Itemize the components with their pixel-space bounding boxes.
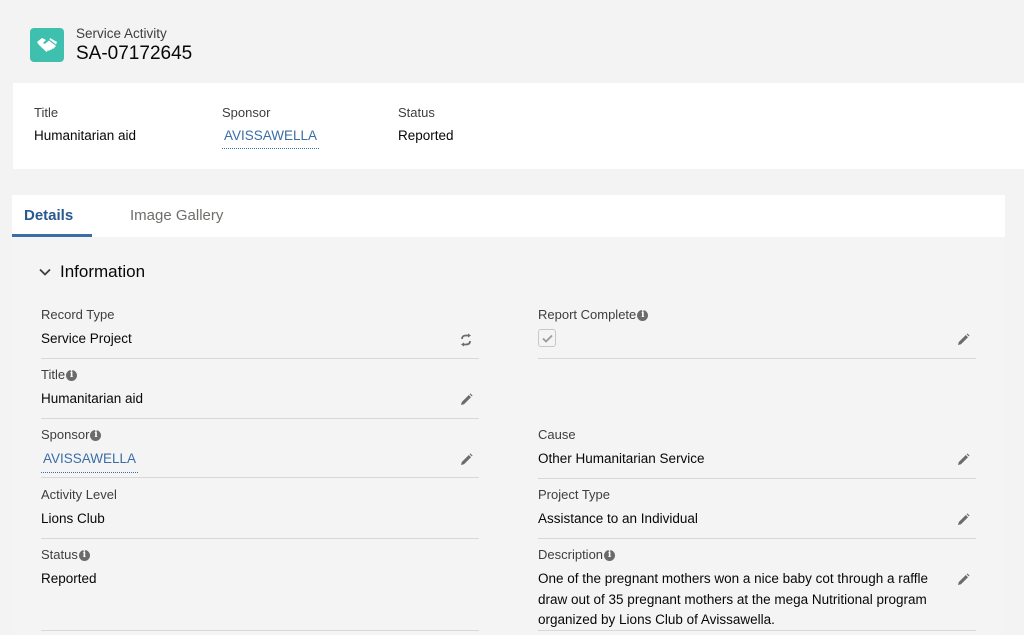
object-label: Service Activity — [76, 26, 167, 41]
highlight-sponsor: Sponsor AVISSAWELLA — [222, 105, 320, 149]
field-label: Cause — [538, 427, 576, 442]
highlight-title-value: Humanitarian aid — [34, 128, 137, 143]
field-sponsor: Sponsor i AVISSAWELLA — [41, 427, 479, 479]
field-label: Title i — [41, 367, 479, 383]
field-divider — [538, 538, 976, 539]
highlight-status-value: Reported — [398, 128, 454, 143]
field-value: Assistance to an Individual — [538, 511, 698, 526]
field-value: Lions Club — [41, 511, 105, 526]
highlight-status-label: Status — [398, 105, 435, 120]
info-icon[interactable]: i — [66, 369, 78, 381]
details-content: Information Record Type Service Project … — [12, 237, 1005, 635]
change-record-type-icon[interactable] — [459, 333, 473, 347]
highlight-title: Title Humanitarian aid — [34, 105, 136, 145]
field-label: Report Complete i — [538, 307, 976, 323]
field-activity-level: Activity Level Lions Club — [41, 477, 479, 539]
field-status: Status i Reported — [41, 547, 479, 631]
field-label: Status i — [41, 547, 479, 563]
edit-pencil-icon[interactable] — [956, 573, 970, 587]
highlight-sponsor-label: Sponsor — [222, 105, 271, 120]
field-value: Other Humanitarian Service — [538, 451, 705, 466]
field-divider — [41, 358, 479, 359]
field-project-type: Project Type Assistance to an Individual — [538, 487, 976, 539]
field-value: Humanitarian aid — [41, 391, 144, 406]
field-description: Description i One of the pregnant mothers… — [538, 547, 976, 631]
info-icon[interactable]: i — [637, 309, 649, 321]
chevron-down-icon — [39, 268, 51, 276]
field-value: Reported — [41, 571, 97, 586]
section-header-information[interactable]: Information — [39, 262, 145, 282]
edit-pencil-icon[interactable] — [459, 453, 473, 467]
field-title: Title i Humanitarian aid — [41, 367, 479, 419]
field-divider — [41, 630, 479, 631]
edit-pencil-icon[interactable] — [956, 333, 970, 347]
field-divider — [41, 418, 479, 419]
info-icon[interactable]: i — [78, 549, 90, 561]
field-divider — [538, 630, 976, 631]
highlight-title-label: Title — [34, 105, 59, 120]
checkmark-icon — [541, 334, 553, 343]
edit-pencil-icon[interactable] — [459, 393, 473, 407]
page-header: Service Activity SA-07172645 — [30, 26, 192, 66]
record-name: SA-07172645 — [76, 43, 193, 64]
field-record-type: Record Type Service Project — [41, 307, 479, 359]
field-label: Sponsor i — [41, 427, 479, 443]
field-divider — [538, 478, 976, 479]
field-cause: Cause Other Humanitarian Service — [538, 427, 976, 479]
edit-pencil-icon[interactable] — [956, 453, 970, 467]
field-report-complete: Report Complete i — [538, 307, 976, 359]
highlight-sponsor-link[interactable]: AVISSAWELLA — [222, 127, 320, 149]
field-label: Description i — [538, 547, 976, 563]
info-icon[interactable]: i — [90, 429, 102, 441]
tab-details[interactable]: Details — [24, 207, 73, 225]
field-label: Activity Level — [41, 487, 117, 502]
section-title: Information — [60, 262, 146, 281]
info-icon[interactable]: i — [604, 549, 616, 561]
handshake-icon — [30, 28, 64, 62]
report-complete-checkbox — [538, 329, 556, 347]
field-label: Record Type — [41, 307, 115, 322]
field-divider — [41, 477, 479, 478]
field-divider — [41, 538, 479, 539]
sponsor-link[interactable]: AVISSAWELLA — [41, 449, 139, 473]
field-label: Project Type — [538, 487, 611, 502]
field-divider — [538, 358, 976, 359]
field-value: Service Project — [41, 331, 132, 346]
highlights-panel: Title Humanitarian aid Sponsor AVISSAWEL… — [13, 83, 1024, 169]
highlight-status: Status Reported — [398, 105, 454, 145]
tab-image-gallery[interactable]: Image Gallery — [130, 207, 223, 225]
edit-pencil-icon[interactable] — [956, 513, 970, 527]
details-card: Details Image Gallery Information Record… — [12, 195, 1005, 635]
field-value: One of the pregnant mothers won a nice b… — [538, 571, 928, 627]
tab-bar: Details Image Gallery — [12, 195, 1005, 238]
